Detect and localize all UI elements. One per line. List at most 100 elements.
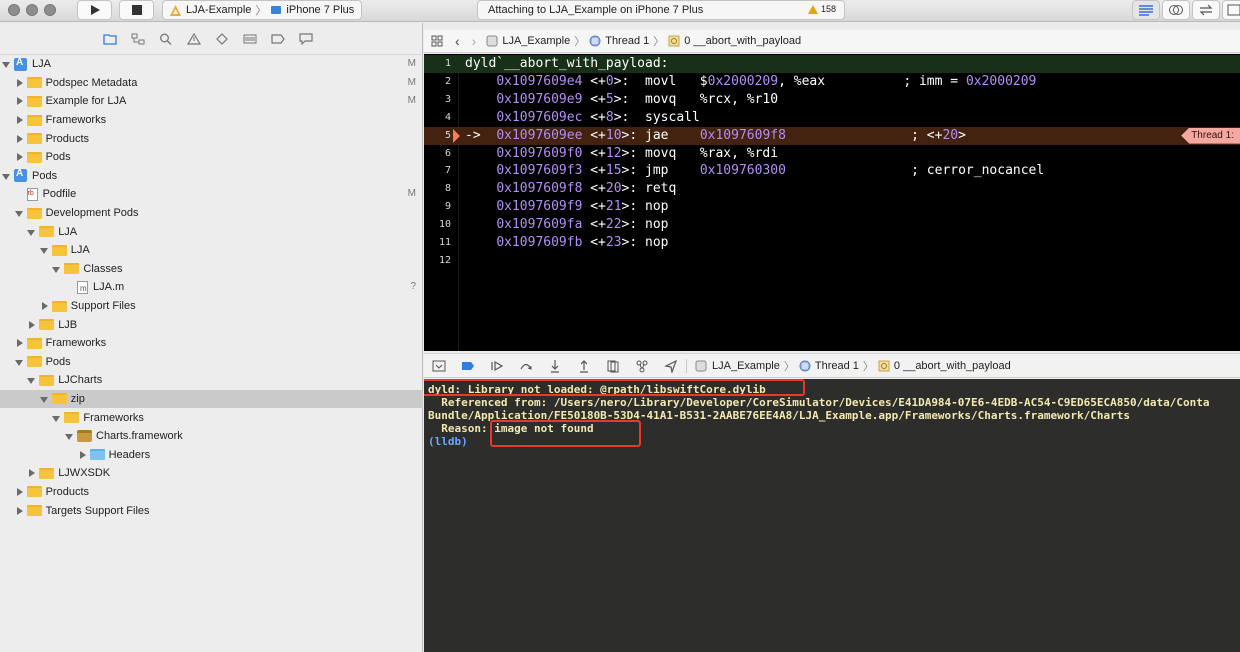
disclosure-closed-icon[interactable] — [15, 96, 24, 106]
debugbar-frame[interactable]: 0 __abort_with_payload — [894, 360, 1011, 372]
simulate-location-icon[interactable] — [664, 359, 678, 373]
disclosure-open-icon[interactable] — [39, 245, 49, 255]
disclosure-open-icon[interactable] — [14, 208, 24, 218]
jumpbar-target[interactable]: LJA_Example — [502, 35, 570, 47]
tree-row[interactable]: Pods — [0, 167, 423, 186]
line-number[interactable]: 7 — [424, 162, 451, 180]
assistant-editor-button[interactable] — [1162, 0, 1190, 20]
disassembly-editor[interactable]: 1 dyld`__abort_with_payload: 2 0x1097609e4… — [424, 54, 1240, 351]
disclosure-open-icon[interactable] — [27, 375, 36, 385]
disclosure-closed-icon[interactable] — [40, 301, 49, 311]
source-control-icon[interactable] — [131, 33, 145, 45]
debugbar-thread[interactable]: Thread 1 — [815, 360, 859, 372]
line-number[interactable]: 10 — [424, 216, 451, 234]
back-arrow-icon[interactable]: ‹ — [455, 33, 460, 49]
line-number[interactable]: 1 — [424, 55, 451, 73]
disclosure-closed-icon[interactable] — [15, 506, 24, 516]
continue-icon[interactable] — [490, 359, 504, 373]
tree-row[interactable]: Podfile M — [0, 185, 423, 204]
thread-stop-badge[interactable]: Thread 1: — [1181, 127, 1240, 144]
tree-row[interactable]: Charts.framework — [0, 427, 423, 446]
disclosure-closed-icon[interactable] — [78, 450, 87, 460]
forward-arrow-icon[interactable]: › — [472, 33, 477, 49]
tree-row[interactable]: Frameworks — [0, 334, 423, 353]
hide-debug-area-icon[interactable] — [432, 359, 446, 373]
breakpoints-toggle-icon[interactable] — [461, 359, 475, 373]
tree-row[interactable]: Development Pods — [0, 204, 423, 223]
step-over-icon[interactable] — [519, 359, 533, 373]
tree-row[interactable]: zip — [0, 389, 423, 409]
memory-graph-icon[interactable] — [635, 359, 649, 373]
line-number[interactable]: 3 — [424, 91, 451, 109]
line-number[interactable]: 2 — [424, 73, 451, 91]
disclosure-closed-icon[interactable] — [15, 487, 24, 497]
disclosure-closed-icon[interactable] — [27, 468, 36, 478]
disclosure-open-icon[interactable] — [2, 59, 11, 69]
tree-row[interactable]: LJWXSDK — [0, 464, 423, 483]
breakpoint-icon[interactable] — [271, 33, 285, 45]
tree-row[interactable]: Classes — [0, 260, 423, 279]
debug-console[interactable]: dyld: Library not loaded: @rpath/libswif… — [424, 379, 1240, 652]
scheme-selector[interactable]: LJA-Example 〉 iPhone 7 Plus — [162, 0, 362, 20]
disclosure-closed-icon[interactable] — [15, 338, 24, 348]
standard-editor-button[interactable] — [1132, 0, 1160, 20]
line-number[interactable]: 9 — [424, 198, 451, 216]
disclosure-open-icon[interactable] — [14, 357, 24, 367]
stop-button[interactable] — [119, 0, 154, 20]
step-out-icon[interactable] — [577, 359, 591, 373]
line-number[interactable]: 8 — [424, 180, 451, 198]
tree-row[interactable]: Frameworks — [0, 111, 423, 130]
view-hierarchy-icon[interactable] — [606, 359, 620, 373]
disclosure-closed-icon[interactable] — [15, 78, 24, 88]
disclosure-open-icon[interactable] — [39, 394, 49, 404]
tree-row[interactable]: Support Files — [0, 297, 423, 316]
disclosure-closed-icon[interactable] — [27, 320, 36, 330]
tree-row[interactable]: Pods — [0, 148, 423, 167]
tree-row[interactable]: Products — [0, 129, 423, 148]
line-number[interactable]: 6 — [424, 145, 451, 163]
line-number[interactable]: 5 — [424, 127, 451, 145]
tree-row[interactable]: Headers — [0, 445, 423, 464]
tree-row[interactable]: LJA — [0, 241, 423, 260]
zoom-window-button[interactable] — [44, 4, 56, 16]
tree-row[interactable]: Frameworks — [0, 408, 423, 427]
disclosure-open-icon[interactable] — [52, 264, 61, 274]
disclosure-closed-icon[interactable] — [15, 152, 24, 162]
close-window-button[interactable] — [8, 4, 20, 16]
tree-row[interactable]: LJA — [0, 222, 423, 241]
tree-row[interactable]: Podspec Metadata M — [0, 74, 423, 93]
tree-row[interactable]: Products — [0, 483, 423, 502]
tree-row[interactable]: LJB — [0, 315, 423, 334]
debug-gauge-icon[interactable] — [243, 33, 257, 45]
minimize-window-button[interactable] — [26, 4, 38, 16]
line-number[interactable]: 12 — [424, 252, 451, 270]
jumpbar-frame[interactable]: 0 __abort_with_payload — [684, 35, 801, 47]
line-number[interactable]: 4 — [424, 109, 451, 127]
report-bubble-icon[interactable] — [299, 33, 313, 45]
lldb-prompt[interactable]: (lldb) — [428, 435, 468, 448]
tree-row[interactable]: LJA M — [0, 55, 423, 74]
tree-row[interactable]: LJCharts — [0, 371, 423, 390]
warning-badge[interactable]: 158 — [807, 4, 836, 14]
version-editor-button[interactable] — [1192, 0, 1220, 20]
disclosure-open-icon[interactable] — [27, 227, 36, 237]
test-diamond-icon[interactable] — [215, 33, 229, 45]
debugbar-target[interactable]: LJA_Example — [712, 360, 780, 372]
line-number[interactable]: 11 — [424, 234, 451, 252]
tree-row[interactable]: Example for LJA M — [0, 92, 423, 111]
search-icon[interactable] — [159, 33, 173, 45]
tree-row[interactable]: LJA.m? — [0, 278, 423, 297]
tree-row[interactable]: Pods — [0, 353, 423, 372]
tree-row[interactable]: Targets Support Files — [0, 501, 423, 520]
disclosure-closed-icon[interactable] — [15, 134, 24, 144]
disclosure-closed-icon[interactable] — [15, 115, 24, 125]
jumpbar-thread[interactable]: Thread 1 — [605, 35, 649, 47]
related-items-grid-icon[interactable] — [431, 35, 443, 47]
navigator-toggle-button[interactable] — [1222, 0, 1240, 20]
disclosure-open-icon[interactable] — [65, 431, 74, 441]
disclosure-open-icon[interactable] — [52, 413, 61, 423]
folder-icon[interactable] — [103, 33, 117, 45]
run-button[interactable] — [77, 0, 112, 20]
disclosure-open-icon[interactable] — [2, 171, 11, 181]
step-into-icon[interactable] — [548, 359, 562, 373]
